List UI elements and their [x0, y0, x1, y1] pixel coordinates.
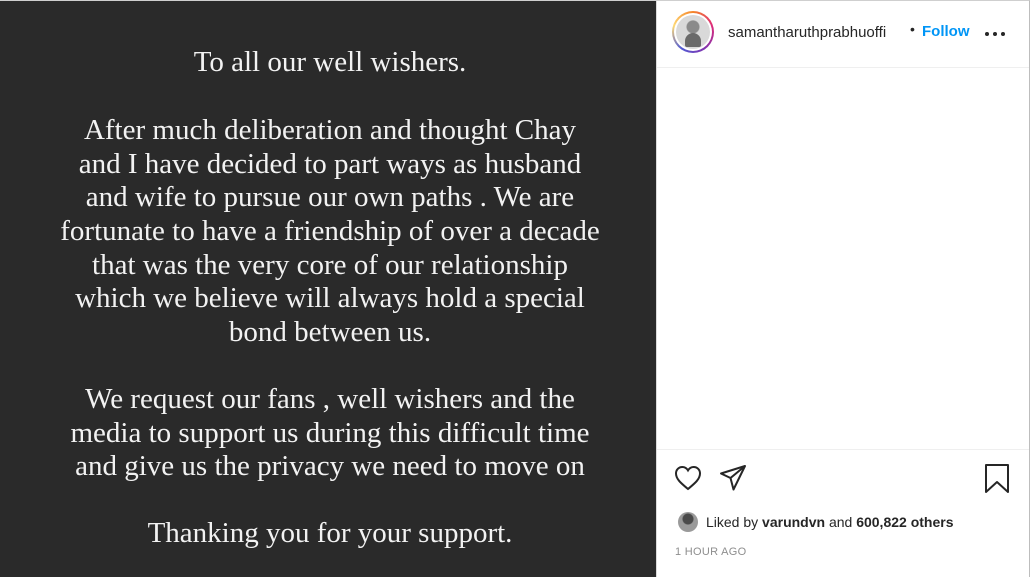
liked-and: and	[828, 514, 853, 530]
heart-icon[interactable]	[673, 463, 703, 493]
avatar[interactable]	[672, 11, 714, 53]
likes-summary: Liked by varundvn and 600,822 others	[678, 512, 1018, 534]
image-edge-fragment	[64, 0, 254, 4]
post-header: samantharuthprabhuoffi • Follow	[657, 0, 1030, 68]
post-text-line: and wife to pursue our own paths . We ar…	[85, 181, 575, 213]
likes-text: Liked by varundvn and 600,822 others	[706, 514, 954, 530]
post-text-line: that was the very core of our relationsh…	[92, 249, 568, 281]
more-dot	[1001, 32, 1005, 36]
post-image[interactable]: To all our well wishers. After much deli…	[0, 0, 656, 577]
liked-prefix: Liked by	[706, 514, 759, 530]
post-text-line: and I have decided to part ways as husba…	[78, 148, 582, 180]
post-text-line: media to support us during this difficul…	[70, 417, 590, 449]
post-text-line: After much deliberation and thought Chay	[83, 114, 577, 146]
post-sidebar: samantharuthprabhuoffi • Follow Liked by…	[656, 0, 1030, 577]
post-timestamp[interactable]: 1 HOUR AGO	[675, 546, 746, 558]
liked-by-avatar[interactable]	[678, 512, 698, 532]
post-text-line: and give us the privacy we need to move …	[75, 450, 585, 482]
share-icon[interactable]	[718, 463, 748, 493]
more-dot	[993, 32, 997, 36]
separator-dot: •	[910, 21, 915, 37]
avatar-photo	[676, 15, 710, 49]
username-link[interactable]: samantharuthprabhuoffi	[728, 24, 886, 41]
follow-button[interactable]: Follow	[922, 23, 970, 40]
more-dot	[985, 32, 989, 36]
post-text-line: To all our well wishers.	[193, 46, 467, 78]
post-text-line: which we believe will always hold a spec…	[75, 282, 585, 314]
bookmark-icon[interactable]	[982, 463, 1012, 495]
more-options-icon[interactable]	[983, 21, 1007, 45]
liked-count-link[interactable]: 600,822 others	[856, 514, 953, 530]
post-text-line: fortunate to have a friendship of over a…	[60, 215, 600, 247]
post-text-line: We request our fans , well wishers and t…	[85, 383, 575, 415]
post-text-line: Thanking you for your support.	[147, 517, 513, 549]
actions-divider	[657, 449, 1030, 450]
liked-user-link[interactable]: varundvn	[762, 514, 825, 530]
post-text-line: bond between us.	[228, 316, 432, 348]
